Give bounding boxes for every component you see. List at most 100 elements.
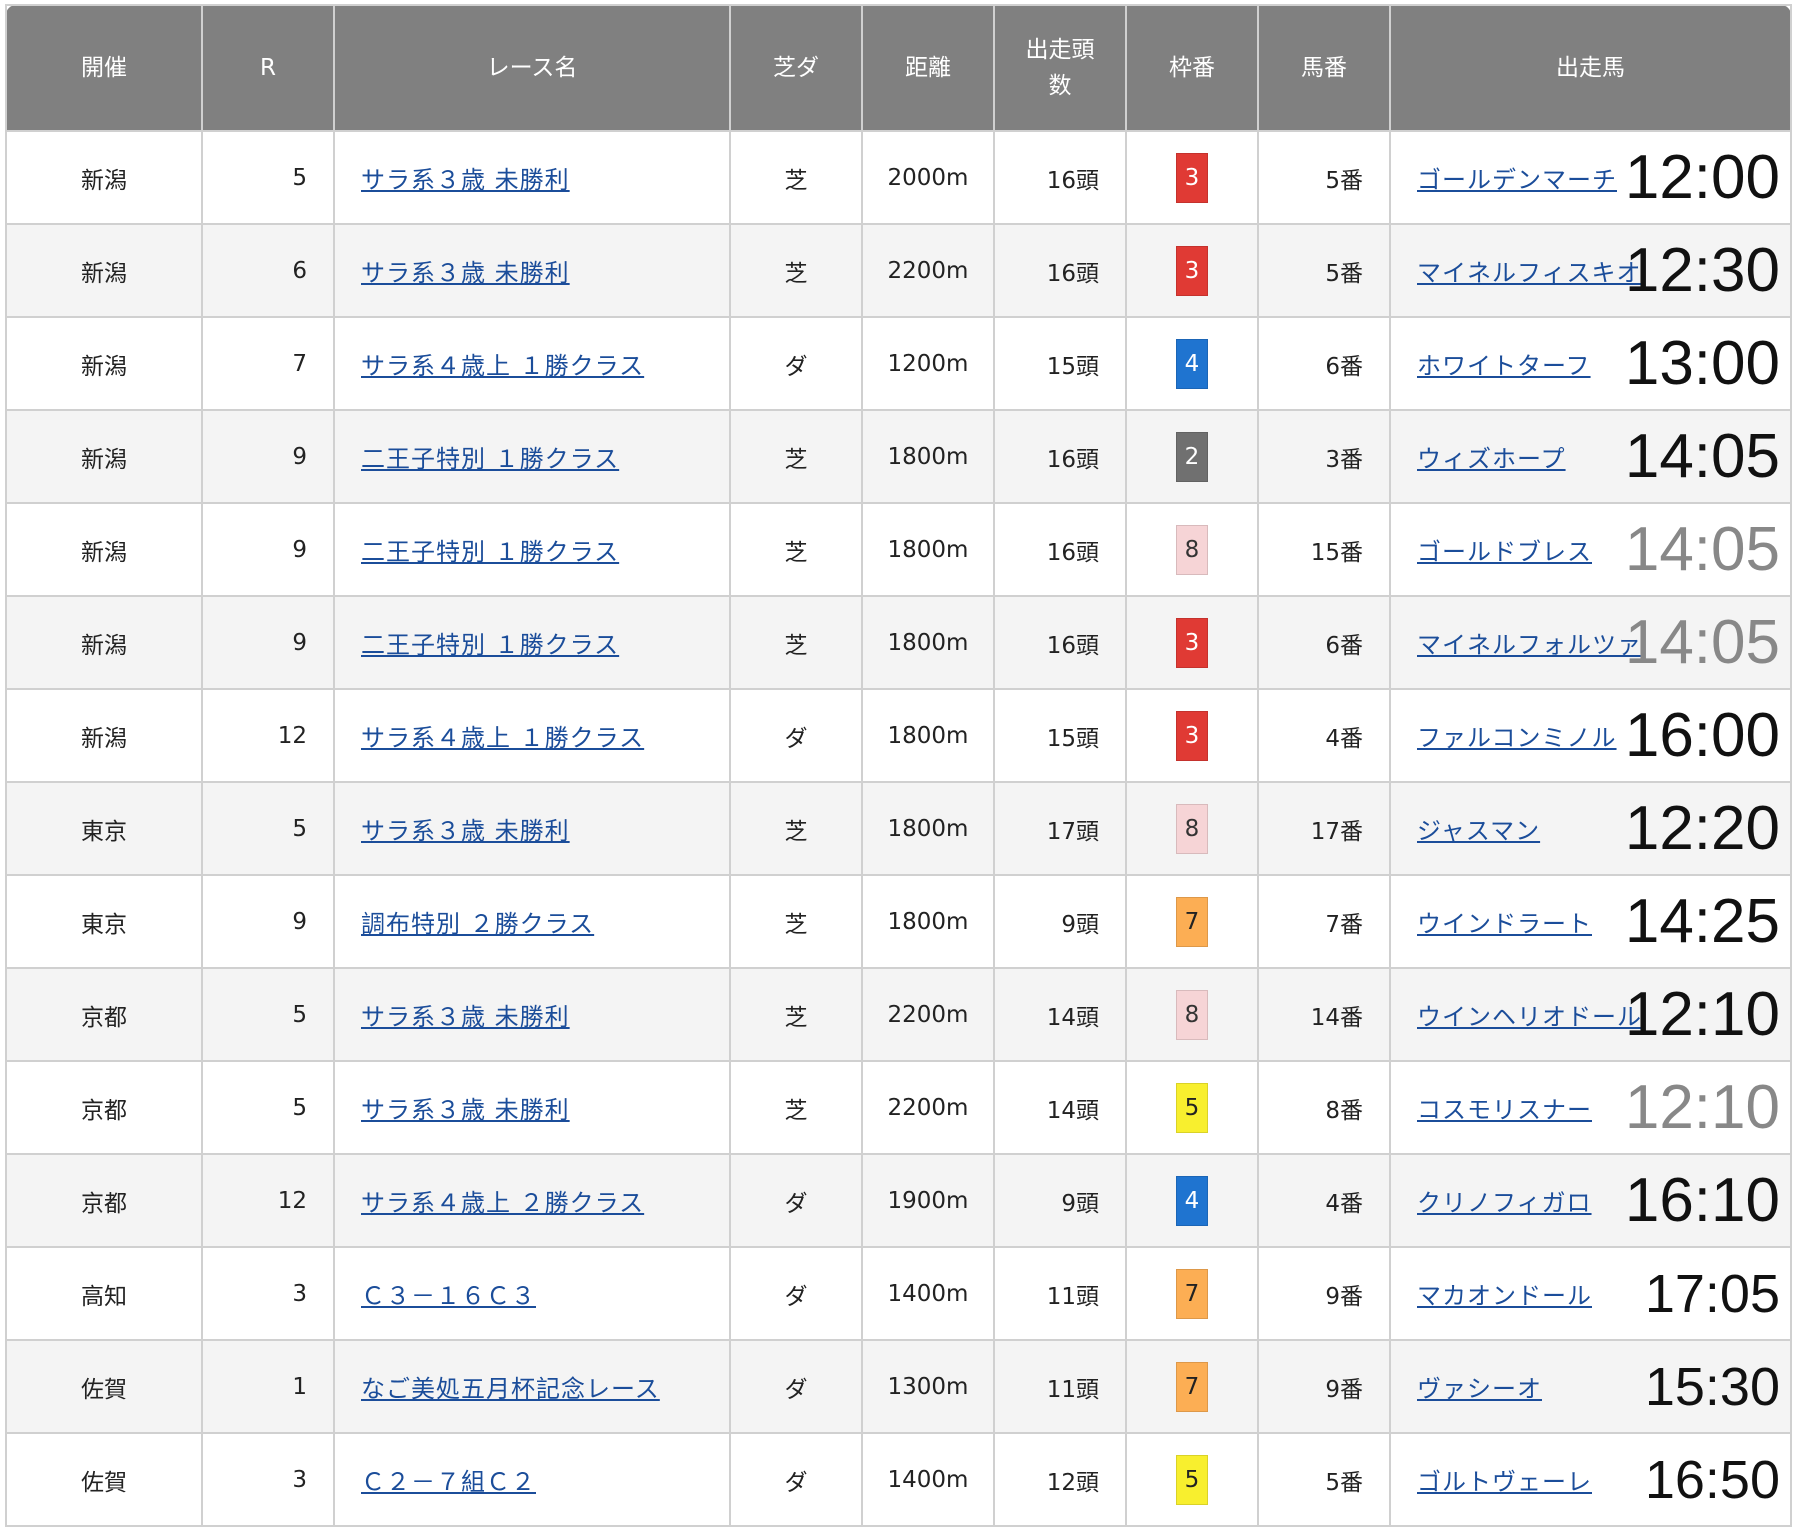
- header-runners: 出走頭数: [993, 4, 1127, 132]
- horse-name-link[interactable]: マカオンドール: [1417, 1282, 1592, 1310]
- race-name-cell: サラ系３歳 未勝利: [333, 1060, 731, 1155]
- surface-cell: ダ: [729, 1339, 863, 1434]
- horse-number-text: 8番: [1325, 1097, 1363, 1124]
- race-name-link[interactable]: サラ系４歳上 １勝クラス: [361, 724, 644, 752]
- gate-cell: 8: [1125, 781, 1259, 876]
- horse-name-link[interactable]: ファルコンミノル: [1417, 724, 1617, 752]
- race-name-link[interactable]: サラ系４歳上 １勝クラス: [361, 352, 644, 380]
- runners-text: 14頭: [1046, 1004, 1099, 1031]
- distance-text: 1400m: [887, 1466, 969, 1493]
- runners-cell: 17頭: [993, 781, 1127, 876]
- race-number-cell: 1: [201, 1339, 335, 1434]
- race-name-link[interactable]: サラ系３歳 未勝利: [361, 817, 570, 845]
- horse-name-link[interactable]: ウインドラート: [1417, 910, 1592, 938]
- race-number-cell: 9: [201, 409, 335, 504]
- distance-cell: 2200m: [861, 223, 995, 318]
- surface-text: 芝: [784, 167, 808, 194]
- post-time: 12:00: [1624, 142, 1780, 212]
- venue-text: 東京: [81, 911, 127, 938]
- surface-cell: 芝: [729, 1060, 863, 1155]
- table-row: 新潟 6 サラ系３歳 未勝利 芝 2200m 16頭 3 5番 マイネルフィスキ…: [5, 223, 1792, 318]
- runners-text: 9頭: [1061, 1190, 1099, 1217]
- race-name-link[interactable]: 二王子特別 １勝クラス: [361, 445, 619, 473]
- horse-name-link[interactable]: ヴァシーオ: [1417, 1375, 1542, 1403]
- venue-text: 新潟: [81, 260, 127, 287]
- race-name-cell: 調布特別 ２勝クラス: [333, 874, 731, 969]
- gate-cell: 7: [1125, 1339, 1259, 1434]
- horse-name-link[interactable]: ウインヘリオドール: [1417, 1003, 1642, 1031]
- venue-cell: 新潟: [5, 223, 203, 318]
- venue-text: 高知: [81, 1283, 127, 1310]
- horse-name-link[interactable]: ゴールデンマーチ: [1417, 166, 1617, 194]
- horse-name-link[interactable]: コスモリスナー: [1417, 1096, 1592, 1124]
- race-name-cell: サラ系４歳上 ２勝クラス: [333, 1153, 731, 1248]
- race-name-link[interactable]: サラ系３歳 未勝利: [361, 259, 570, 287]
- surface-text: 芝: [784, 539, 808, 566]
- race-name-link[interactable]: サラ系３歳 未勝利: [361, 1003, 570, 1031]
- gate-cell: 4: [1125, 1153, 1259, 1248]
- race-name-link[interactable]: Ｃ３－１６Ｃ３: [361, 1282, 536, 1310]
- venue-cell: 東京: [5, 781, 203, 876]
- surface-cell: 芝: [729, 874, 863, 969]
- race-name-link[interactable]: Ｃ２－７組Ｃ２: [361, 1468, 536, 1496]
- gate-cell: 2: [1125, 409, 1259, 504]
- horse-name-link[interactable]: ホワイトターフ: [1417, 352, 1591, 380]
- horse-cell: コスモリスナー 12:10: [1389, 1060, 1792, 1155]
- header-horse-number: 馬番: [1257, 4, 1391, 132]
- race-name-link[interactable]: 二王子特別 １勝クラス: [361, 631, 619, 659]
- horse-name-link[interactable]: ゴルトヴェーレ: [1417, 1468, 1592, 1496]
- race-name-link[interactable]: 調布特別 ２勝クラス: [361, 910, 594, 938]
- table-row: 佐賀 3 Ｃ２－７組Ｃ２ ダ 1400m 12頭 5 5番 ゴルトヴェーレ 16:…: [5, 1432, 1792, 1527]
- venue-text: 新潟: [81, 539, 127, 566]
- header-runners-line2: 数: [1048, 73, 1072, 99]
- venue-cell: 新潟: [5, 409, 203, 504]
- horse-name-link[interactable]: ジャスマン: [1417, 817, 1540, 845]
- horse-cell: ウインヘリオドール 12:10: [1389, 967, 1792, 1062]
- race-number-cell: 3: [201, 1246, 335, 1341]
- distance-cell: 1800m: [861, 874, 995, 969]
- race-name-link[interactable]: サラ系３歳 未勝利: [361, 166, 570, 194]
- surface-text: 芝: [784, 1097, 808, 1124]
- race-number-text: 12: [277, 722, 307, 749]
- horse-name-link[interactable]: ウィズホープ: [1417, 445, 1566, 473]
- venue-cell: 佐賀: [5, 1339, 203, 1434]
- horse-name-link[interactable]: クリノフィガロ: [1417, 1189, 1592, 1217]
- race-number-cell: 9: [201, 502, 335, 597]
- runners-cell: 9頭: [993, 874, 1127, 969]
- surface-cell: 芝: [729, 502, 863, 597]
- surface-text: ダ: [784, 1283, 808, 1310]
- gate-badge: 8: [1176, 803, 1208, 854]
- distance-cell: 1800m: [861, 502, 995, 597]
- distance-text: 1300m: [887, 1373, 969, 1400]
- surface-text: ダ: [784, 1469, 808, 1496]
- table-row: 京都 5 サラ系３歳 未勝利 芝 2200m 14頭 8 14番 ウインヘリオド…: [5, 967, 1792, 1062]
- horse-number-text: 15番: [1310, 539, 1363, 566]
- horse-cell: マイネルフォルツァ 14:05: [1389, 595, 1792, 690]
- runners-cell: 16頭: [993, 223, 1127, 318]
- race-name-link[interactable]: サラ系３歳 未勝利: [361, 1096, 570, 1124]
- horse-name-link[interactable]: マイネルフォルツァ: [1417, 631, 1642, 659]
- distance-cell: 1400m: [861, 1246, 995, 1341]
- horse-number-text: 6番: [1325, 632, 1363, 659]
- gate-badge: 5: [1176, 1454, 1208, 1505]
- surface-text: 芝: [784, 1004, 808, 1031]
- distance-text: 1400m: [887, 1280, 969, 1307]
- race-table-container: 開催 R レース名 芝ダ 距離 出走頭数 枠番 馬番 出走馬 新潟 5 サラ系３…: [5, 4, 1792, 1527]
- runners-cell: 16頭: [993, 502, 1127, 597]
- horse-name-link[interactable]: マイネルフィスキオ: [1417, 259, 1642, 287]
- horse-number-cell: 15番: [1257, 502, 1391, 597]
- gate-badge: 3: [1176, 710, 1208, 761]
- race-number-cell: 9: [201, 874, 335, 969]
- runners-cell: 15頭: [993, 316, 1127, 411]
- distance-text: 2200m: [887, 257, 969, 284]
- race-name-link[interactable]: 二王子特別 １勝クラス: [361, 538, 619, 566]
- horse-number-text: 9番: [1325, 1376, 1363, 1403]
- horse-number-cell: 5番: [1257, 130, 1391, 225]
- runners-cell: 15頭: [993, 688, 1127, 783]
- gate-badge: 7: [1176, 896, 1208, 947]
- venue-text: 新潟: [81, 167, 127, 194]
- horse-name-link[interactable]: ゴールドブレス: [1417, 538, 1592, 566]
- race-name-link[interactable]: サラ系４歳上 ２勝クラス: [361, 1189, 644, 1217]
- race-name-cell: なご美処五月杯記念レース: [333, 1339, 731, 1434]
- race-name-link[interactable]: なご美処五月杯記念レース: [361, 1375, 660, 1403]
